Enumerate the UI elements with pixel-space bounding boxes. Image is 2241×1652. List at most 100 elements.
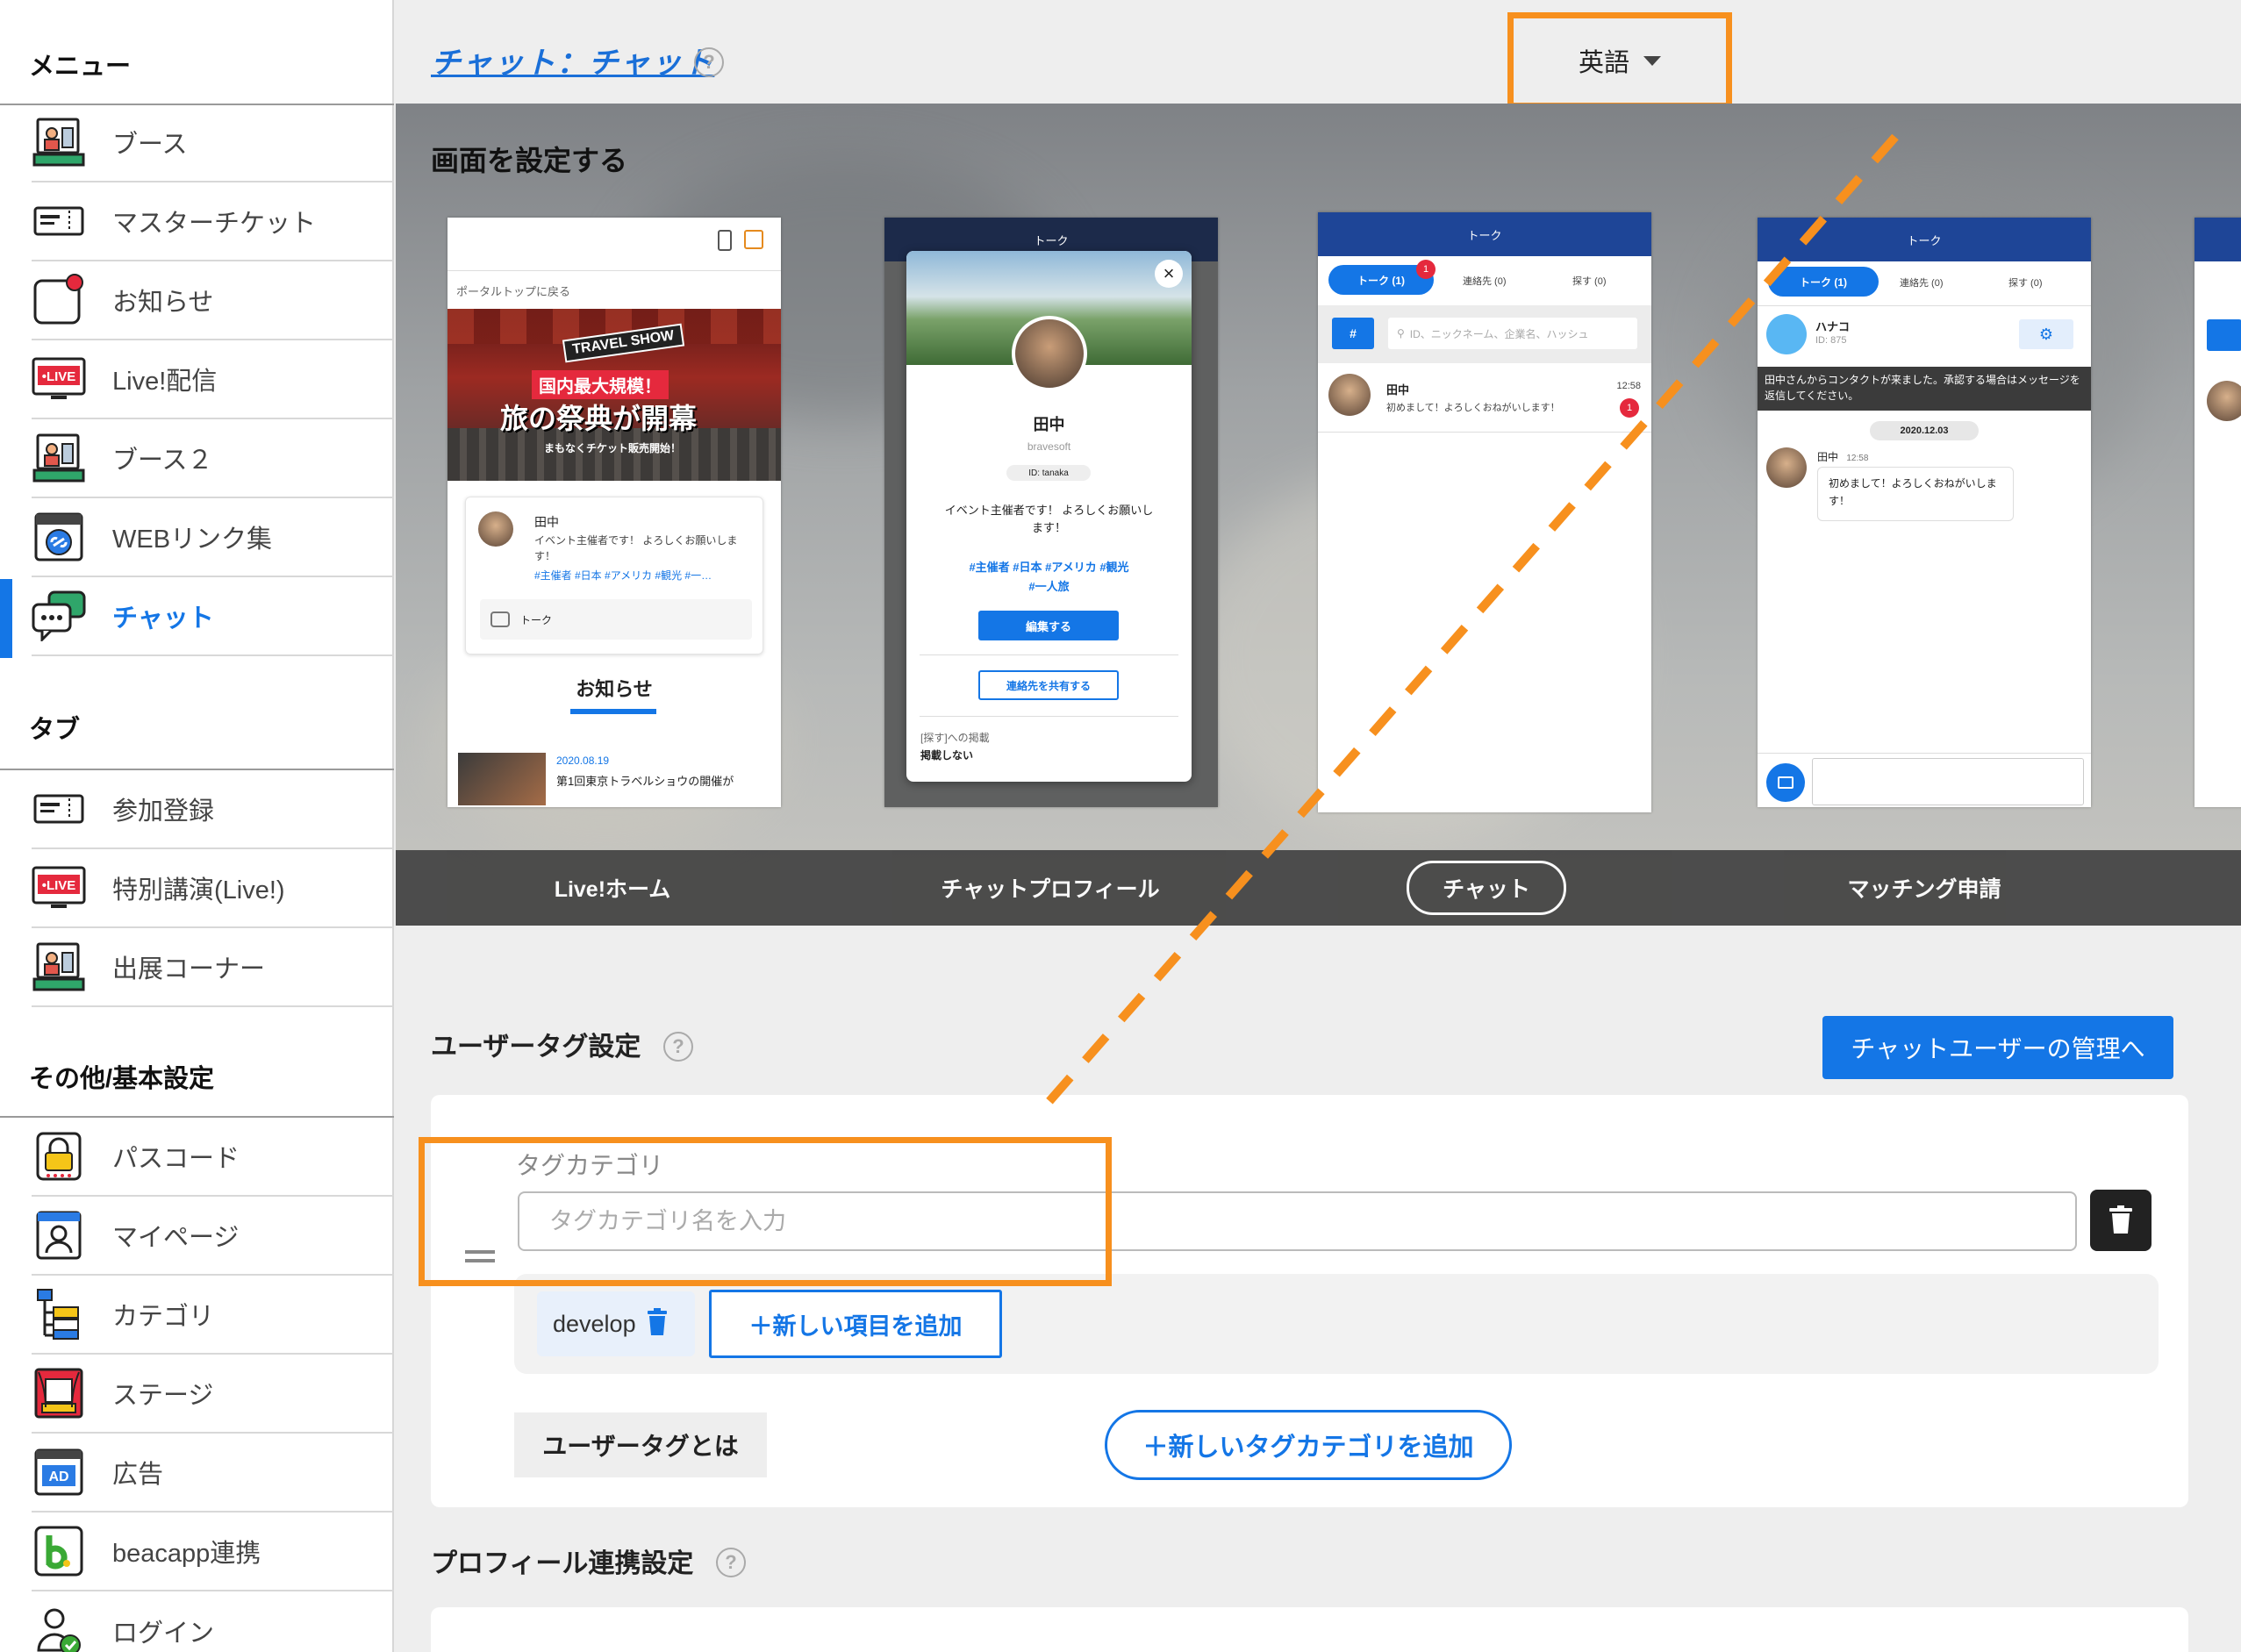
trash-icon[interactable]: [647, 1307, 668, 1341]
sidebar-item-passcode[interactable]: パスコード: [32, 1118, 394, 1197]
stage-icon: [32, 1366, 86, 1420]
search-icon: ⚲: [1397, 327, 1405, 340]
sidebar-item-label: ステージ: [112, 1382, 214, 1410]
tab-label: Live!ホーム: [554, 877, 671, 902]
avatar: [1328, 374, 1371, 416]
divider: [1758, 753, 2091, 754]
tab-label: チャット: [1407, 861, 1566, 915]
message-sender: 田中 12:58: [1817, 449, 1868, 464]
divider: [447, 270, 781, 271]
sidebar-item-label: カテゴリ: [112, 1303, 215, 1331]
sidebar-item-category[interactable]: カテゴリ: [32, 1276, 394, 1355]
live-badge-text: •LIVE: [42, 369, 76, 384]
phone-header-icons: [718, 230, 763, 251]
trash-icon: [2109, 1205, 2132, 1234]
sidebar-item-login[interactable]: ログイン: [32, 1591, 394, 1652]
notification-icon: [32, 273, 86, 327]
tab-talk: トーク (1): [1768, 267, 1879, 297]
avatar: [1766, 447, 1807, 488]
language-label: 英語: [1578, 49, 1629, 77]
profile-company: bravesoft: [1027, 440, 1071, 453]
active-indicator: [0, 579, 12, 658]
message-input: [1812, 758, 2084, 805]
share-contact-button: 連絡先を共有する: [978, 670, 1119, 700]
page-title-link[interactable]: チャット：チャット: [431, 39, 714, 82]
sidebar-item-mypage[interactable]: マイページ: [32, 1197, 394, 1276]
sidebar-item-special-lecture[interactable]: •LIVE 特別講演(Live!): [32, 849, 394, 928]
talk-button: トーク: [480, 599, 752, 640]
sidebar-item-label: マスターチケット: [112, 210, 317, 238]
help-icon[interactable]: ?: [716, 1548, 746, 1577]
unread-badge: 1: [1416, 260, 1436, 279]
tab-chat-profile[interactable]: チャットプロフィール: [875, 850, 1226, 926]
phone-preview-live-home[interactable]: ポータルトップに戻る TRAVEL SHOW 国内最大規模！ 旅の祭典が開幕 ま…: [447, 218, 781, 807]
tab-live-home[interactable]: Live!ホーム: [437, 850, 788, 926]
manage-chat-users-button[interactable]: チャットユーザーの管理へ: [1822, 1016, 2173, 1079]
divider: [920, 716, 1178, 717]
contact-name: ハナコ: [1815, 320, 1851, 333]
tag-item-chip[interactable]: develop: [537, 1291, 695, 1356]
phone-preview-chat-profile[interactable]: トーク × 田中 bravesoft ID: tanaka イベント主催者です！…: [884, 218, 1218, 807]
divider: [920, 654, 1178, 655]
sidebar-item-notifications[interactable]: お知らせ: [32, 261, 394, 340]
tab-chat[interactable]: チャット: [1311, 850, 1662, 926]
phone-preview-matching[interactable]: トーク トーク (1) 連絡先 (0) 探す (0) ハナコ ID: 875 ⚙…: [1758, 218, 2091, 807]
sidebar-item-booth[interactable]: ブース: [32, 104, 394, 182]
tab-search: 探す (0): [1572, 276, 1607, 287]
unread-badge: 1: [1620, 398, 1639, 418]
hashtag-button: #: [1332, 318, 1374, 349]
avatar: [2207, 381, 2241, 421]
profile-link-card: [431, 1607, 2188, 1652]
sidebar-item-stage[interactable]: ステージ: [32, 1355, 394, 1434]
tab-search: 探す (0): [2008, 278, 2043, 289]
add-tag-category-button[interactable]: ＋新しいタグカテゴリを追加: [1105, 1410, 1512, 1480]
news-heading: お知らせ: [576, 678, 653, 700]
profile-tags: #一人旅: [1028, 580, 1070, 593]
phone-header: トーク: [1758, 218, 2091, 261]
beacapp-icon: [32, 1524, 86, 1578]
sidebar-item-master-ticket[interactable]: マスターチケット: [32, 182, 394, 261]
ticket-icon: [32, 782, 86, 836]
phone-preview-partial[interactable]: [2194, 218, 2241, 807]
sidebar-item-registration[interactable]: 参加登録: [32, 770, 394, 849]
message-bubble: 初めまして！よろしくおねがいします！: [1817, 467, 2014, 521]
sidebar-item-live[interactable]: •LIVE Live!配信: [32, 340, 394, 419]
tab-label: チャットプロフィール: [941, 877, 1160, 902]
profile-link-heading: プロフィール連携設定: [431, 1549, 694, 1578]
sidebar-item-ads[interactable]: AD 広告: [32, 1434, 394, 1513]
divider: [1318, 432, 1651, 433]
ad-badge-text: AD: [48, 1470, 68, 1484]
category-icon: [32, 1287, 86, 1341]
tab-matching[interactable]: マッチング申請: [1749, 850, 2100, 926]
list-icon: [744, 230, 763, 249]
sidebar-item-label: お知らせ: [112, 289, 214, 317]
contact-id: ID: 875: [1815, 335, 1847, 346]
news-text: 第1回東京トラベルショウの開催が: [556, 775, 734, 788]
banner-line-2: 旅の祭典が開幕: [500, 403, 698, 434]
banner-line-3: まもなくチケット販売開始！: [544, 442, 682, 454]
ticket-icon: [32, 194, 86, 248]
delete-category-button[interactable]: [2090, 1190, 2152, 1251]
chat-name: 田中: [1386, 383, 1410, 397]
sidebar-item-booth-2[interactable]: ブース２: [32, 419, 394, 498]
phone-preview-chat[interactable]: トーク トーク (1) 1 連絡先 (0) 探す (0) # ⚲ ID、ニックネ…: [1318, 212, 1651, 812]
sidebar-item-label: ブース: [112, 131, 188, 159]
phone-header: [2194, 218, 2241, 261]
sidebar-item-label: 広告: [112, 1461, 164, 1489]
help-icon[interactable]: ?: [663, 1032, 693, 1062]
sidebar-item-chat[interactable]: チャット: [32, 577, 394, 656]
sidebar-item-web-links[interactable]: WEBリンク集: [32, 498, 394, 577]
add-item-button[interactable]: ＋新しい項目を追加: [709, 1290, 1002, 1358]
sidebar-item-beacapp[interactable]: beacapp連携: [32, 1513, 394, 1591]
edit-button: 編集する: [978, 611, 1119, 640]
sidebar-item-exhibition[interactable]: 出展コーナー: [32, 928, 394, 1007]
news-thumbnail: [458, 753, 546, 805]
language-selector[interactable]: 英語: [1507, 12, 1732, 109]
profile-tags: #主催者 #日本 #アメリカ #観光 #一…: [534, 569, 712, 582]
tag-item-label: develop: [553, 1310, 636, 1337]
chat-icon: [490, 611, 510, 627]
help-icon[interactable]: ?: [694, 47, 724, 77]
news-underline: [570, 709, 656, 714]
what-is-user-tag-button[interactable]: ユーザータグとは: [514, 1412, 767, 1477]
sidebar-item-label: Live!配信: [112, 368, 218, 396]
